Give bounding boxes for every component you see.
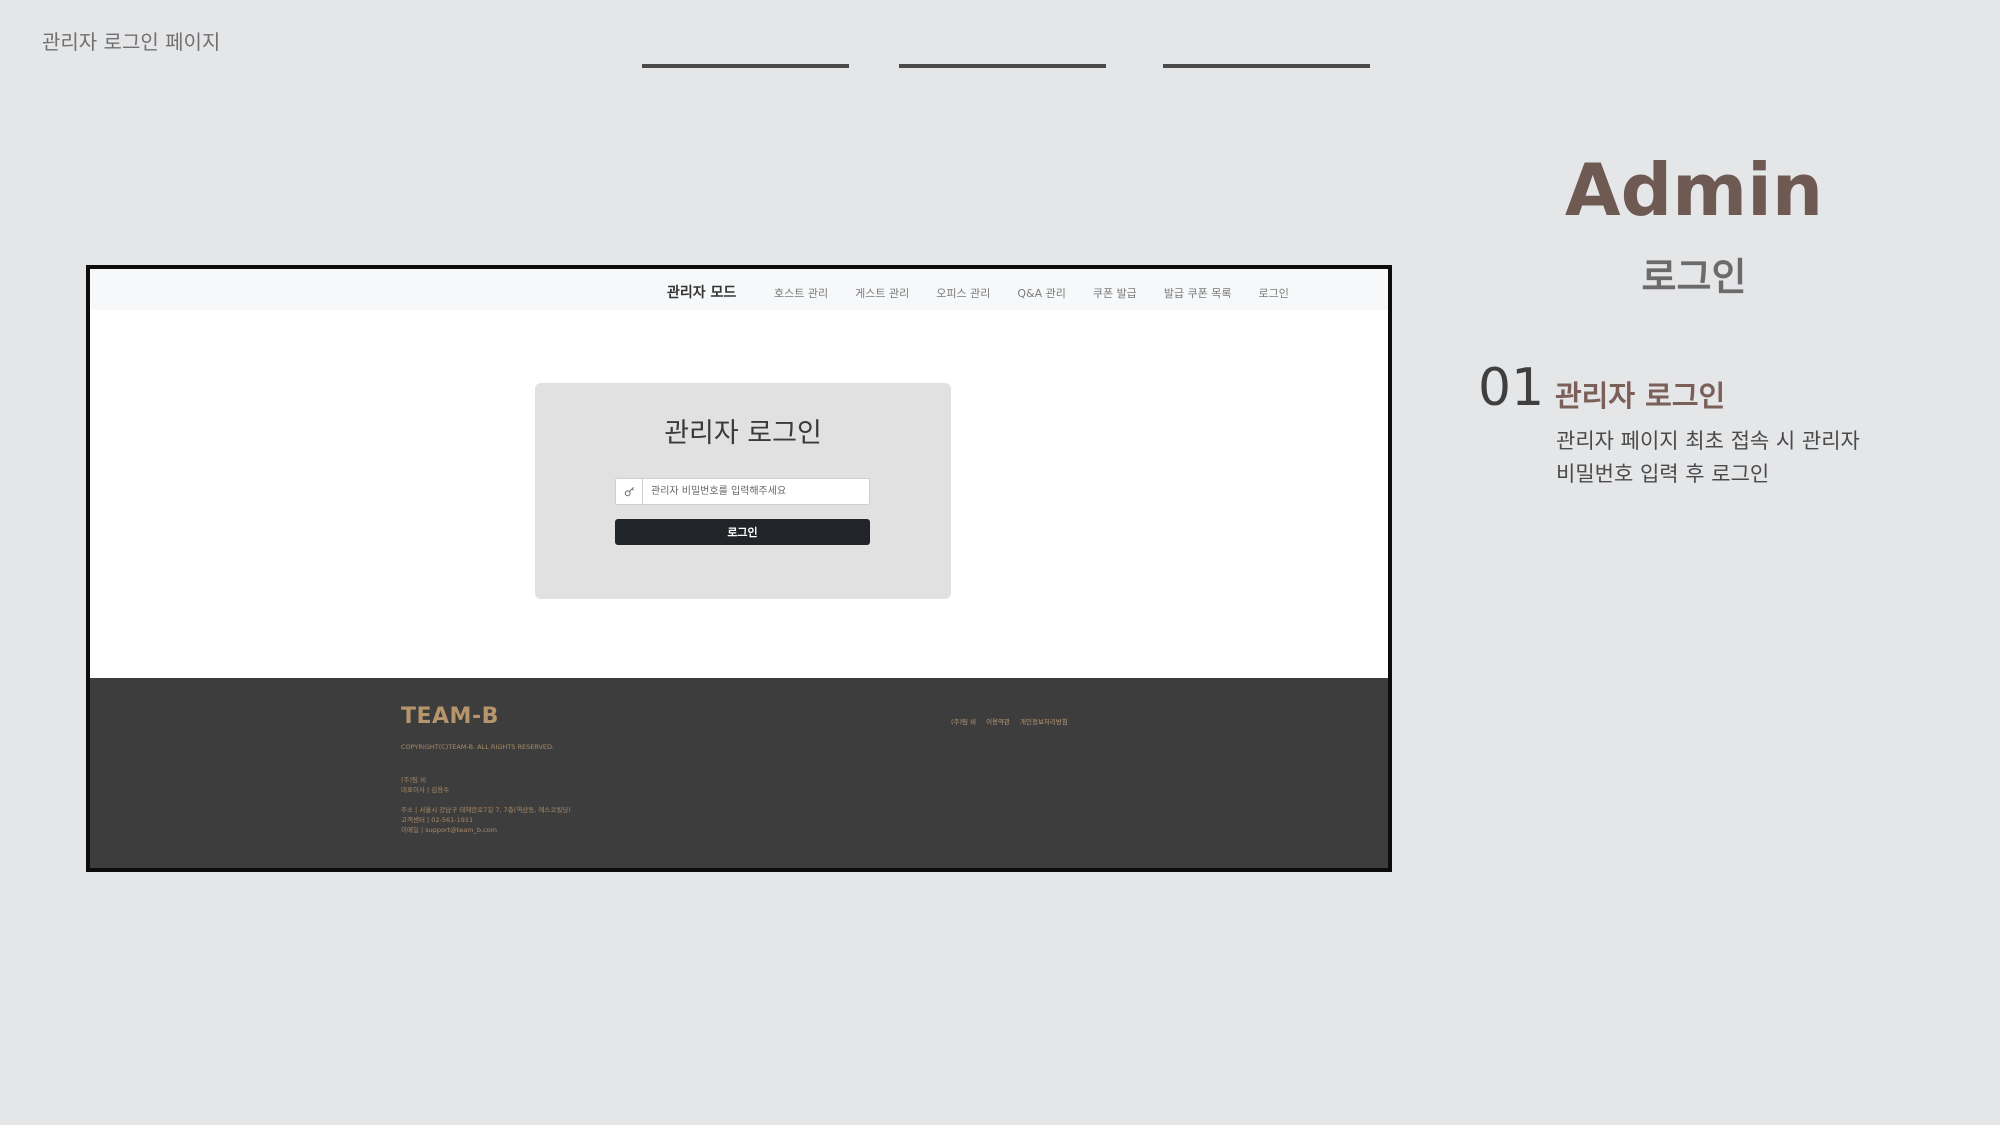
login-button[interactable]: 로그인	[615, 519, 870, 545]
password-field-group	[615, 478, 870, 505]
step-description: 관리자 페이지 최초 접속 시 관리자 비밀번호 입력 후 로그인	[1556, 425, 1860, 491]
nav-item-office[interactable]: 오피스 관리	[936, 285, 990, 301]
panel-subtitle: 로그인	[1641, 255, 1747, 299]
nav-item-guest[interactable]: 게스트 관리	[855, 285, 909, 301]
footer-info: (주)팀 비 대표이사 | 김용수 주소 | 서울시 강남구 테헤란로7길 7,…	[401, 775, 571, 835]
footer-logo: TEAM-B	[401, 704, 499, 729]
step-desc-line-1: 관리자 페이지 최초 접속 시 관리자	[1556, 429, 1860, 453]
nav-links: 호스트 관리 게스트 관리 오피스 관리 Q&A 관리 쿠폰 발급 발급 쿠폰 …	[774, 285, 1289, 301]
footer-links: (주)팀 비 이용약관 개인정보처리방침	[951, 716, 1068, 726]
key-icon	[616, 479, 643, 504]
nav-item-login[interactable]: 로그인	[1259, 285, 1289, 301]
nav-item-coupon-issue[interactable]: 쿠폰 발급	[1093, 285, 1137, 301]
progress-line-1	[642, 64, 849, 68]
footer-ceo: 대표이사 | 김용수	[401, 786, 450, 794]
footer-link-terms[interactable]: 이용약관	[986, 716, 1010, 726]
step-desc-line-2: 비밀번호 입력 후 로그인	[1556, 462, 1770, 486]
progress-line-2	[899, 64, 1106, 68]
footer-email: 이메일 | support@team_b.com	[401, 826, 497, 834]
login-title: 관리자 로그인	[664, 418, 822, 449]
step-number: 01	[1478, 358, 1545, 418]
page-label: 관리자 로그인 페이지	[42, 30, 221, 54]
nav-item-host[interactable]: 호스트 관리	[774, 285, 828, 301]
nav-item-qna[interactable]: Q&A 관리	[1017, 285, 1066, 301]
progress-line-3	[1163, 64, 1370, 68]
footer-address: 주소 | 서울시 강남구 테헤란로7길 7, 7층(역삼동, 에스코빌딩)	[401, 806, 571, 814]
footer-phone: 고객센터 | 02-561-1911	[401, 816, 474, 824]
nav-item-coupon-list[interactable]: 발급 쿠폰 목록	[1164, 285, 1232, 301]
footer-copyright: COPYRIGHT(C)TEAM-B. ALL RIGHTS RESERVED.	[401, 743, 555, 751]
footer-link-company[interactable]: (주)팀 비	[951, 716, 976, 726]
panel-title: Admin	[1564, 148, 1824, 232]
footer-link-privacy[interactable]: 개인정보처리방침	[1020, 716, 1068, 726]
footer-company: (주)팀 비	[401, 776, 427, 784]
admin-navbar: 관리자 모드 호스트 관리 게스트 관리 오피스 관리 Q&A 관리 쿠폰 발급…	[90, 269, 1388, 310]
login-card: 관리자 로그인 로그인	[535, 383, 951, 599]
step-title: 관리자 로그인	[1555, 379, 1726, 413]
nav-brand[interactable]: 관리자 모드	[667, 282, 736, 302]
footer: TEAM-B COPYRIGHT(C)TEAM-B. ALL RIGHTS RE…	[90, 678, 1388, 868]
screenshot-frame: 관리자 모드 호스트 관리 게스트 관리 오피스 관리 Q&A 관리 쿠폰 발급…	[86, 265, 1392, 872]
password-input[interactable]	[643, 479, 869, 504]
